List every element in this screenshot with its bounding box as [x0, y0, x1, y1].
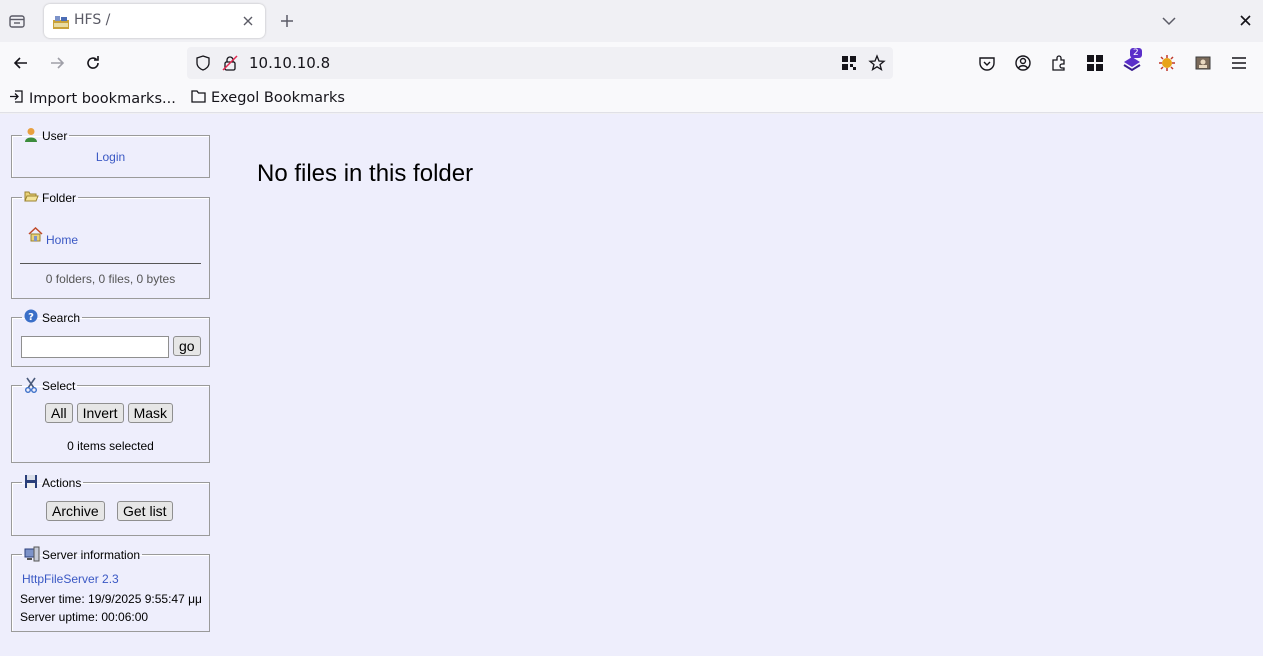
folder-divider	[20, 263, 201, 264]
server-uptime: Server uptime: 00:06:00	[20, 610, 149, 624]
home-icon	[28, 226, 43, 247]
tab-title: HFS /	[74, 12, 111, 28]
select-legend: Select	[42, 379, 76, 393]
menu-hamburger-icon[interactable]	[1230, 54, 1248, 72]
insecure-connection-lock-icon[interactable]	[222, 55, 238, 71]
window-close-icon[interactable]	[1238, 13, 1253, 28]
layers-extension-icon[interactable]: 2	[1122, 48, 1142, 72]
import-bookmarks-label: Import bookmarks...	[29, 90, 176, 107]
hfs-page: User Login Folder Home 0 folders, 0 file…	[0, 114, 1263, 656]
home-link[interactable]: Home	[46, 233, 78, 247]
scissors-icon	[24, 377, 38, 393]
search-legend: Search	[42, 311, 81, 325]
user-icon	[24, 127, 38, 143]
actions-legend: Actions	[42, 476, 82, 490]
select-panel: Select All Invert Mask 0 items selected	[11, 377, 210, 463]
tab-bar: HFS /	[0, 0, 1263, 42]
qr-code-icon[interactable]	[841, 55, 857, 71]
tracking-protection-shield-icon[interactable]	[195, 55, 211, 71]
archive-button[interactable]: Archive	[46, 501, 105, 521]
server-info-legend: Server information	[42, 548, 141, 562]
firefox-view-icon[interactable]	[6, 10, 28, 32]
url-text[interactable]: 10.10.10.8	[249, 54, 330, 72]
forward-icon[interactable]	[47, 53, 67, 73]
extensions-puzzle-icon[interactable]	[1050, 54, 1068, 72]
extension-grid-icon[interactable]	[1086, 54, 1104, 72]
sun-extension-icon[interactable]	[1158, 54, 1176, 72]
new-tab-icon[interactable]	[278, 12, 296, 30]
folder-panel: Folder Home 0 folders, 0 files, 0 bytes	[11, 189, 210, 299]
extension-badge: 2	[1130, 48, 1142, 58]
navigation-toolbar: 10.10.10.8 2	[0, 42, 1263, 84]
hfs-version-link[interactable]: HttpFileServer 2.3	[22, 572, 119, 586]
search-input[interactable]	[21, 336, 169, 358]
account-icon[interactable]	[1014, 54, 1032, 72]
active-tab[interactable]: HFS /	[44, 4, 265, 38]
folder-summary: 0 folders, 0 files, 0 bytes	[45, 272, 176, 286]
mask-button[interactable]: Mask	[127, 403, 174, 423]
reload-icon[interactable]	[83, 53, 103, 73]
user-panel: User Login	[11, 127, 210, 178]
hfs-favicon-icon	[53, 14, 69, 29]
search-panel: ? Search go	[11, 309, 210, 367]
pocket-icon[interactable]	[978, 54, 996, 72]
server-time: Server time: 19/9/2025 9:55:47 μμ	[20, 592, 202, 606]
import-icon	[9, 89, 24, 108]
login-link[interactable]: Login	[96, 150, 125, 164]
floppy-disk-icon	[24, 474, 38, 490]
selection-status: 0 items selected	[67, 439, 154, 453]
server-info-panel: Server information HttpFileServer 2.3 Se…	[11, 546, 210, 632]
folder-legend: Folder	[42, 191, 77, 205]
bookmarks-toolbar: Import bookmarks... Exegol Bookmarks	[0, 84, 1263, 113]
list-all-tabs-icon[interactable]	[1160, 12, 1178, 30]
invert-selection-button[interactable]: Invert	[76, 403, 124, 423]
exegol-bookmarks-label: Exegol Bookmarks	[211, 90, 345, 106]
image-extension-icon[interactable]	[1194, 54, 1212, 72]
close-tab-icon[interactable]	[241, 13, 255, 27]
select-all-button[interactable]: All	[45, 403, 73, 423]
exegol-bookmarks-folder[interactable]: Exegol Bookmarks	[191, 89, 345, 107]
bookmark-star-icon[interactable]	[868, 54, 886, 72]
url-bar[interactable]: 10.10.10.8	[187, 47, 893, 79]
import-bookmarks-item[interactable]: Import bookmarks...	[9, 89, 176, 108]
empty-folder-message: No files in this folder	[257, 160, 474, 187]
open-folder-icon	[24, 189, 39, 205]
svg-text:?: ?	[28, 312, 34, 323]
user-legend: User	[42, 129, 68, 143]
actions-panel: Actions Archive Get list	[11, 474, 210, 536]
back-icon[interactable]	[11, 53, 31, 73]
help-question-icon: ?	[24, 309, 38, 325]
server-computer-icon	[24, 546, 40, 562]
folder-icon	[191, 89, 206, 107]
go-button[interactable]: go	[173, 336, 201, 356]
get-list-button[interactable]: Get list	[117, 501, 173, 521]
